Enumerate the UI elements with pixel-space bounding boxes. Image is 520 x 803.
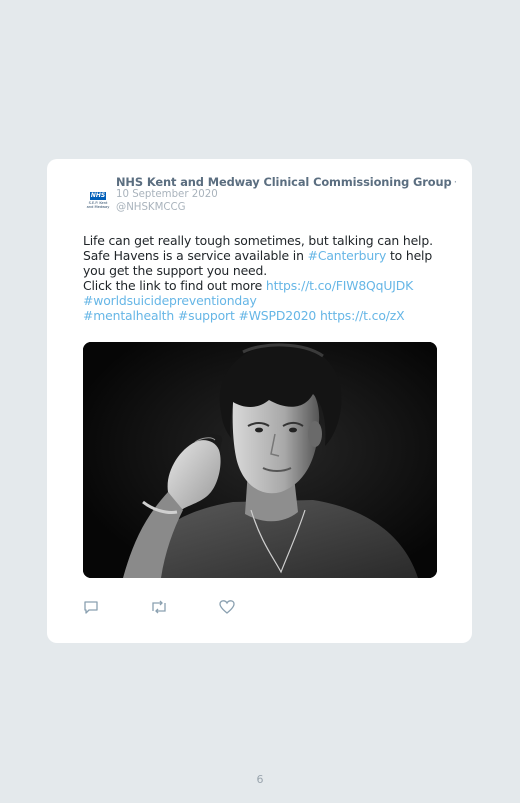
tweet-line-1: Life can get really tough sometimes, but… (83, 233, 433, 248)
hashtag-link[interactable]: #mentalhealth (83, 308, 174, 323)
hashtag-link[interactable]: #worldsuicidepreventionday (83, 293, 257, 308)
heart-icon[interactable] (219, 599, 235, 615)
tweet-text-segment: Safe Havens is a service available in (83, 248, 308, 263)
tweet-date[interactable]: 10 September 2020 (116, 189, 218, 200)
tweet-line-3: you get the support you need. (83, 263, 268, 278)
retweet-icon[interactable] (150, 599, 166, 615)
photo-illustration (83, 342, 437, 578)
tweet-photo[interactable] (83, 342, 437, 578)
tweet-line-6: #mentalhealth #support #WSPD2020 https:/… (83, 308, 443, 323)
page-number: 6 (256, 773, 264, 786)
url-link[interactable]: https://t.co/zX (320, 308, 405, 323)
tweet-line-2: Safe Havens is a service available in #C… (83, 248, 443, 263)
nhs-logo: NHS S.E.P. Kent and Medway (83, 192, 113, 214)
url-link[interactable]: https://t.co/FIW8QqUJDK (266, 278, 413, 293)
author-name[interactable]: NHS Kent and Medway Clinical Commissioni… (116, 175, 457, 189)
tweet-actions (83, 599, 283, 615)
author-name-text[interactable]: NHS Kent and Medway Clinical Commissioni… (116, 175, 452, 189)
tweet-card: NHS S.E.P. Kent and Medway NHS Kent and … (47, 159, 472, 643)
tweet-line-4: Click the link to find out more https://… (83, 278, 443, 293)
logo-line-2: and Medway (86, 205, 110, 210)
name-separator: · (453, 175, 458, 189)
hashtag-link[interactable]: #Canterbury (308, 248, 387, 263)
hashtag-link[interactable]: #WSPD2020 (238, 308, 316, 323)
hashtag-link[interactable]: #support (178, 308, 235, 323)
nhs-logo-mark: NHS (90, 192, 106, 200)
author-handle[interactable]: @NHSKMCCG (116, 202, 186, 213)
reply-icon[interactable] (83, 599, 99, 615)
tweet-line-5: #worldsuicidepreventionday (83, 293, 443, 308)
tweet-text-segment: to help (386, 248, 433, 263)
tweet-text-segment: Click the link to find out more (83, 278, 266, 293)
tweet-text: Life can get really tough sometimes, but… (83, 233, 443, 323)
